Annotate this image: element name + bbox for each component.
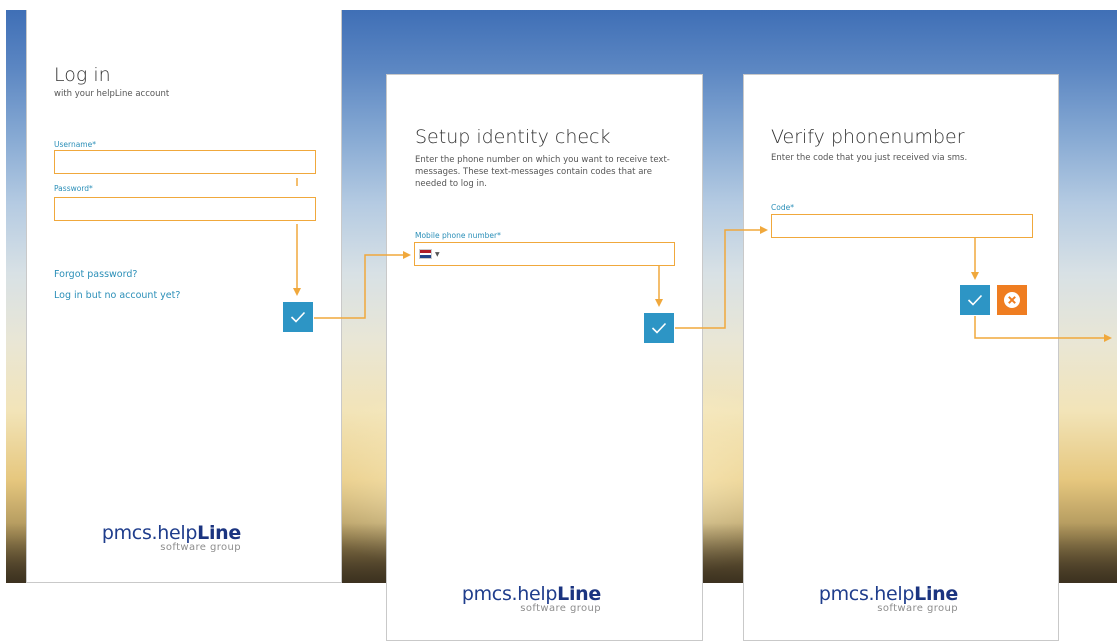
verify-confirm-button[interactable] <box>960 285 990 315</box>
brand-name-regular: pmcs.help <box>101 522 198 544</box>
page-description: Enter the phone number on which you want… <box>415 155 670 189</box>
login-confirm-button[interactable] <box>283 302 313 332</box>
check-icon <box>967 294 983 306</box>
brand-logo: pmcs.helpLine software group <box>758 583 958 614</box>
brand-name-bold: Line <box>197 522 241 544</box>
code-label: Code* <box>771 203 794 212</box>
password-label: Password* <box>54 184 93 193</box>
login-panel: Log in with your helpLine account Userna… <box>26 10 342 583</box>
password-field[interactable] <box>54 197 316 221</box>
brand-name-bold: Line <box>557 583 601 605</box>
username-field[interactable] <box>54 150 316 174</box>
verify-cancel-button[interactable] <box>997 285 1027 315</box>
check-icon <box>290 311 306 323</box>
page-title: Setup identity check <box>415 126 611 148</box>
setup-confirm-button[interactable] <box>644 313 674 343</box>
check-icon <box>651 322 667 334</box>
phone-field[interactable]: ▼ <box>414 242 675 266</box>
brand-name-bold: Line <box>914 583 958 605</box>
create-account-link[interactable]: Log in but no account yet? <box>54 290 180 301</box>
verify-panel: Verify phonenumber Enter the code that y… <box>743 74 1059 641</box>
brand-logo: pmcs.helpLine software group <box>401 583 601 614</box>
page-title: Log in <box>54 64 111 86</box>
forgot-password-link[interactable]: Forgot password? <box>54 269 137 280</box>
phone-label: Mobile phone number* <box>415 231 501 240</box>
netherlands-flag-icon[interactable] <box>419 249 432 259</box>
username-label: Username* <box>54 140 96 149</box>
page-subtitle: with your helpLine account <box>54 89 170 99</box>
close-circle-icon <box>1004 292 1020 308</box>
brand-name-regular: pmcs.help <box>818 583 915 605</box>
setup-panel: Setup identity check Enter the phone num… <box>386 74 703 641</box>
page-description: Enter the code that you just received vi… <box>771 153 968 163</box>
brand-name-regular: pmcs.help <box>461 583 558 605</box>
brand-logo: pmcs.helpLine software group <box>41 522 241 553</box>
code-field[interactable] <box>771 214 1033 238</box>
chevron-down-icon[interactable]: ▼ <box>435 251 440 258</box>
page-title: Verify phonenumber <box>771 126 965 148</box>
